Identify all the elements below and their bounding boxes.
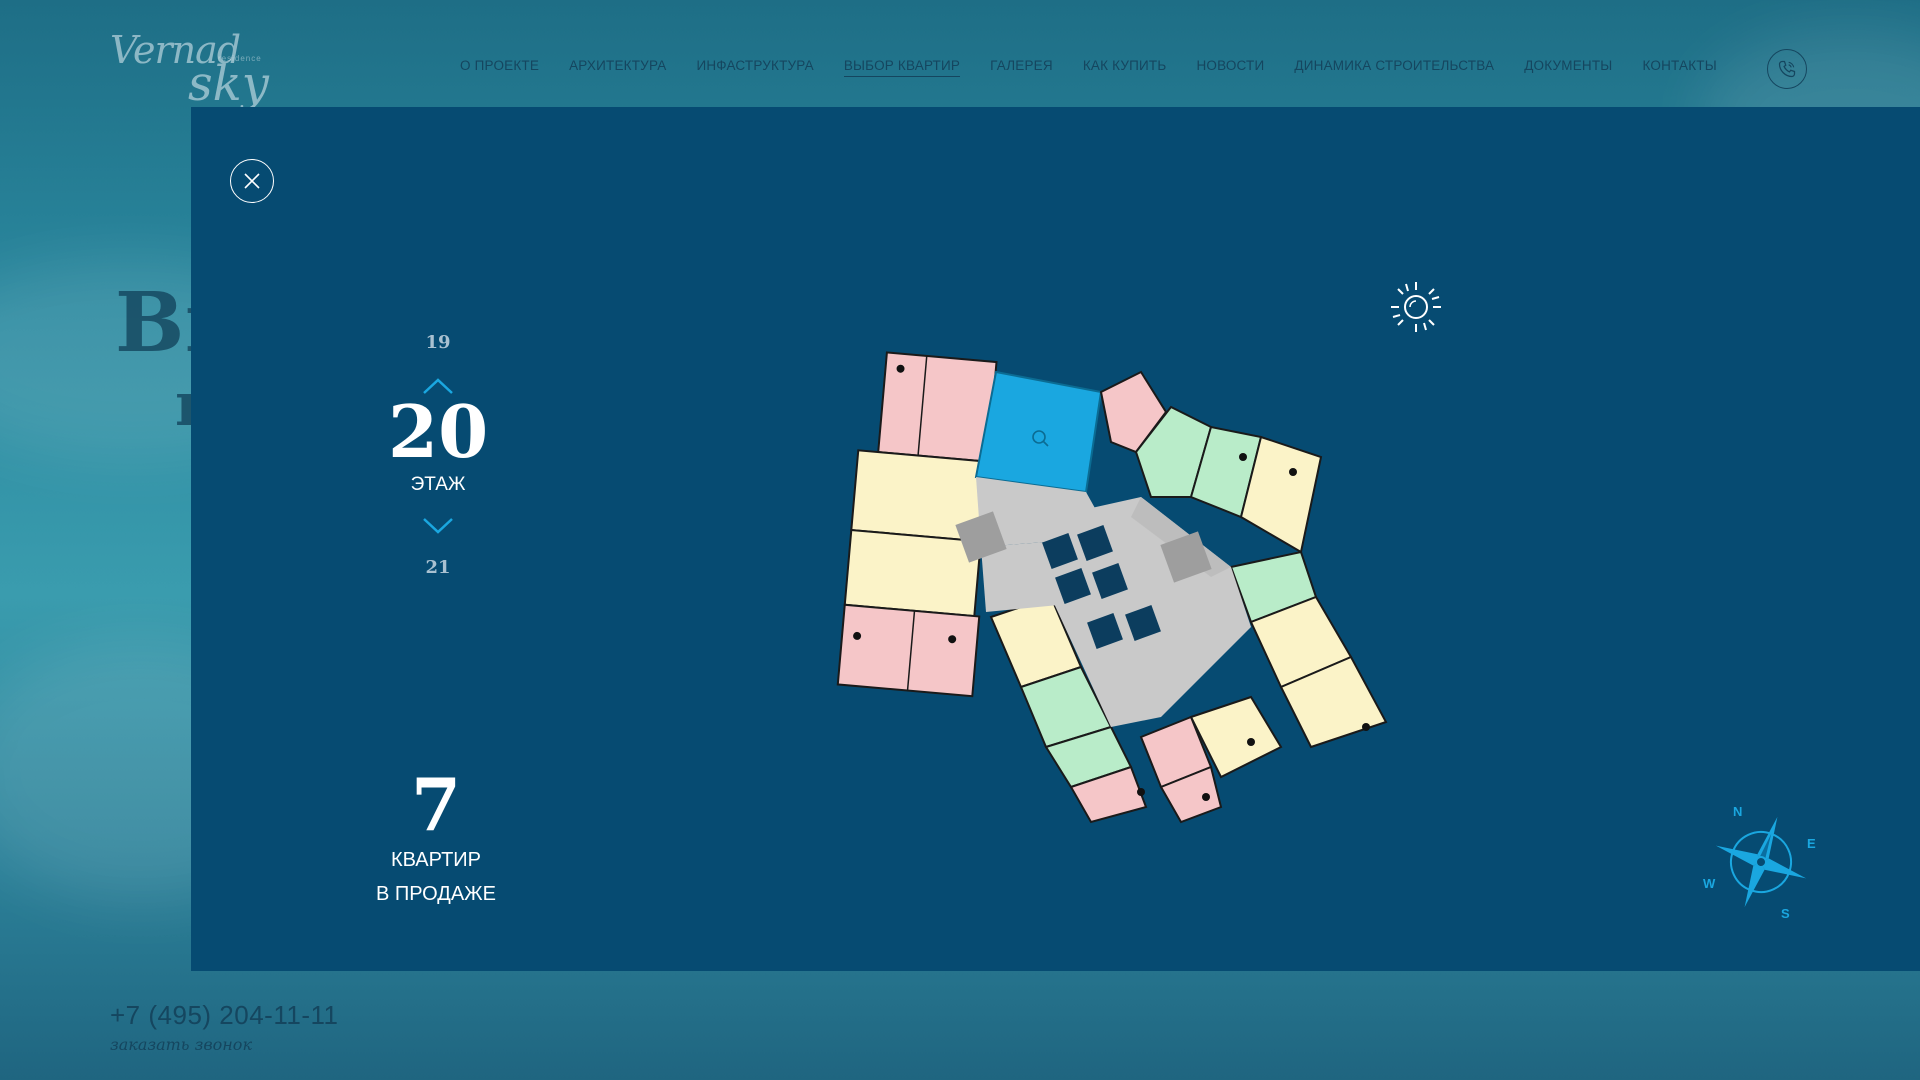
compass-s: S [1781, 906, 1790, 921]
floor-next-number[interactable]: 21 [388, 557, 488, 578]
floor-prev-number[interactable]: 19 [388, 332, 488, 353]
nav-item-infrastructure[interactable]: ИНФАСТРУКТУРА [696, 58, 813, 77]
phone-button[interactable] [1767, 49, 1807, 89]
floor-label: ЭТАЖ [410, 474, 466, 495]
sale-label-1: КВАРТИР [390, 849, 482, 871]
sale-count: 7 [410, 762, 462, 847]
floor-plan [836, 351, 1388, 824]
nav-item-contacts[interactable]: КОНТАКТЫ [1642, 58, 1716, 77]
apartments-on-sale: 7 КВАРТИР В ПРОДАЖЕ [351, 767, 521, 911]
main-nav: О ПРОЕКТЕ АРХИТЕКТУРА ИНФАСТРУКТУРА ВЫБО… [460, 58, 1717, 77]
close-icon [244, 173, 260, 189]
compass-w: W [1703, 876, 1716, 891]
apartment-yellow-left-2[interactable] [843, 528, 982, 618]
site-logo[interactable]: Vernad residence sky [110, 28, 290, 112]
apartment-pink-top-left[interactable] [877, 351, 998, 463]
compass-n: N [1733, 804, 1742, 819]
nav-item-how-to-buy[interactable]: КАК КУПИТЬ [1083, 58, 1167, 77]
callback-link[interactable]: заказать звонок [110, 1035, 252, 1054]
nav-item-documents[interactable]: ДОКУМЕНТЫ [1524, 58, 1612, 77]
site-header: Vernad residence sky О ПРОЕКТЕ АРХИТЕКТУ… [0, 0, 1920, 112]
nav-item-apartments[interactable]: ВЫБОР КВАРТИР [843, 58, 961, 77]
sale-label-2: В ПРОДАЖЕ [376, 883, 496, 905]
phone-icon [1778, 60, 1796, 78]
sun-icon [1391, 282, 1441, 332]
footer-phone[interactable]: +7 (495) 204-11-11 [110, 1000, 338, 1031]
compass-e: E [1807, 836, 1816, 851]
chevron-down-icon[interactable] [422, 517, 454, 535]
current-floor-number: 20 [388, 389, 489, 474]
nav-item-news[interactable]: НОВОСТИ [1196, 58, 1264, 77]
nav-item-gallery[interactable]: ГАЛЕРЕЯ [990, 58, 1053, 77]
nav-item-construction[interactable]: ДИНАМИКА СТРОИТЕЛЬСТВА [1294, 58, 1494, 77]
nav-item-about[interactable]: О ПРОЕКТЕ [460, 58, 539, 77]
compass-icon: N E S W [1703, 804, 1816, 921]
apartment-selected[interactable] [974, 370, 1103, 494]
corridor [976, 477, 1251, 727]
logo-text-2: sky [188, 56, 269, 112]
floor-plan-modal: 19 20 ЭТАЖ 21 7 КВАРТИР В ПРОДАЖЕ N E S … [191, 107, 1920, 971]
nav-item-architecture[interactable]: АРХИТЕКТУРА [569, 58, 666, 77]
close-button[interactable] [230, 159, 274, 203]
